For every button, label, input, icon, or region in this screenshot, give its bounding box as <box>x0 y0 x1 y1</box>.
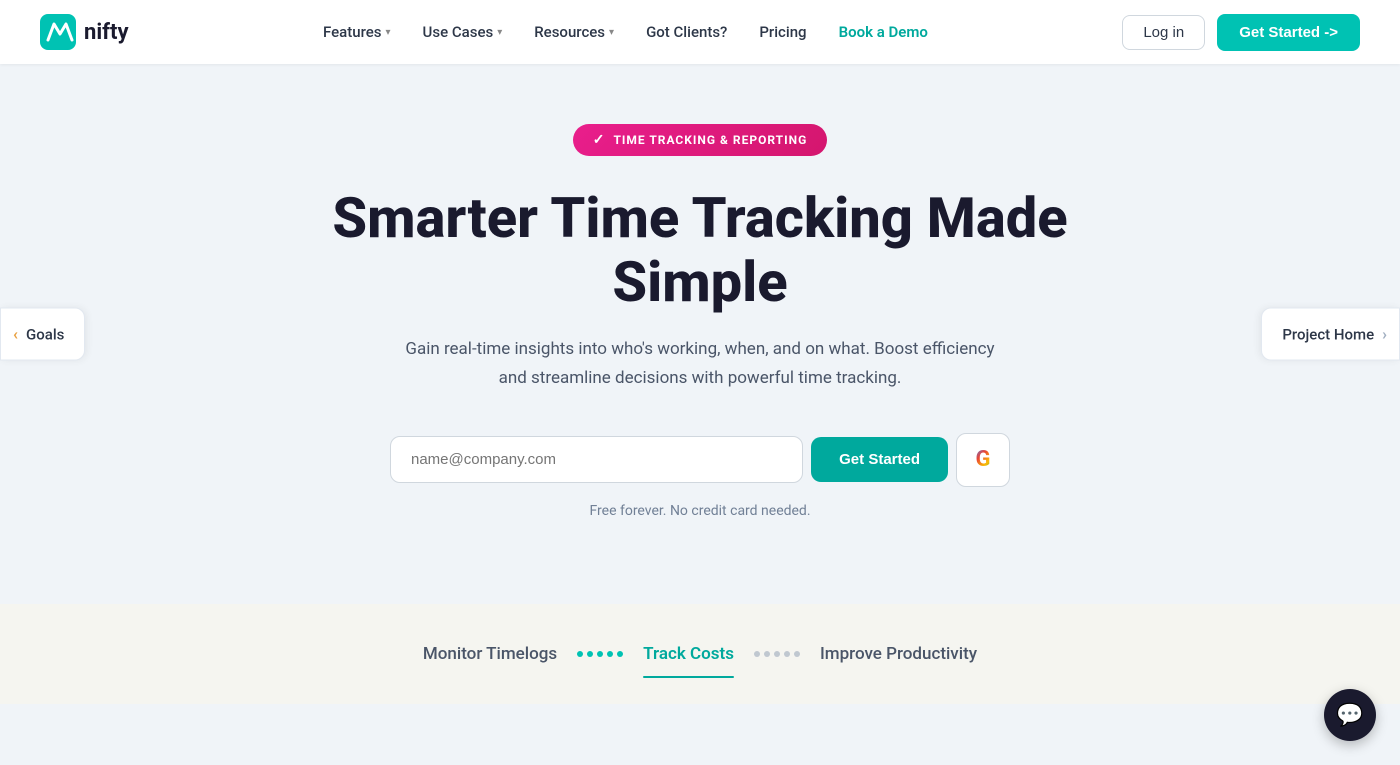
google-signin-button[interactable]: G <box>956 433 1010 487</box>
tab-monitor-label: Monitor Timelogs <box>423 644 557 664</box>
dot-4 <box>607 651 613 657</box>
email-input[interactable] <box>390 436 803 483</box>
hero-note: Free forever. No credit card needed. <box>589 503 810 519</box>
nav-features[interactable]: Features ▾ <box>311 15 403 49</box>
side-nav-right: Project Home › <box>1261 308 1400 361</box>
right-chevron-icon: › <box>1382 325 1387 344</box>
logo-text: nifty <box>84 20 129 45</box>
tab-track-costs[interactable]: Track Costs <box>623 634 754 674</box>
dot-7 <box>764 651 770 657</box>
left-chevron-icon: ‹ <box>13 325 18 344</box>
login-button[interactable]: Log in <box>1122 15 1205 50</box>
get-started-hero-button[interactable]: Get Started <box>811 437 948 482</box>
get-started-nav-button[interactable]: Get Started -> <box>1217 14 1360 51</box>
nav-use-cases[interactable]: Use Cases ▾ <box>411 15 515 49</box>
tab-dots-right <box>754 651 800 657</box>
tab-improve-label: Improve Productivity <box>820 644 977 664</box>
tab-monitor-timelogs[interactable]: Monitor Timelogs <box>403 634 577 674</box>
logo[interactable]: nifty <box>40 14 129 50</box>
tab-improve-productivity[interactable]: Improve Productivity <box>800 634 997 674</box>
side-nav-left: ‹ Goals <box>0 308 85 361</box>
hero-subtitle: Gain real-time insights into who's worki… <box>390 335 1010 393</box>
dot-1 <box>577 651 583 657</box>
tab-track-costs-label: Track Costs <box>643 644 734 664</box>
nifty-logo-icon <box>40 14 76 50</box>
chevron-down-icon: ▾ <box>609 27 614 38</box>
chevron-down-icon: ▾ <box>386 27 391 38</box>
dot-9 <box>784 651 790 657</box>
dot-3 <box>597 651 603 657</box>
nav-actions: Log in Get Started -> <box>1122 14 1360 51</box>
chat-icon: 💬 <box>1336 703 1363 728</box>
hero-title: Smarter Time Tracking Made Simple <box>300 186 1100 315</box>
dot-2 <box>587 651 593 657</box>
nav-book-demo[interactable]: Book a Demo <box>827 15 940 49</box>
hero-section: ‹ Goals Project Home › ✓ TIME TRACKING &… <box>0 64 1400 604</box>
tab-dots-left <box>577 651 623 657</box>
chat-button[interactable]: 💬 <box>1324 689 1376 741</box>
nav-links: Features ▾ Use Cases ▾ Resources ▾ Got C… <box>311 15 940 49</box>
dot-8 <box>774 651 780 657</box>
check-icon: ✓ <box>593 132 606 148</box>
tab-active-underline <box>643 676 734 678</box>
hero-form: Get Started G <box>390 433 1010 487</box>
dot-6 <box>754 651 760 657</box>
goals-nav-button[interactable]: ‹ Goals <box>0 308 85 361</box>
nav-got-clients[interactable]: Got Clients? <box>634 15 739 49</box>
nav-pricing[interactable]: Pricing <box>747 15 818 49</box>
project-home-nav-button[interactable]: Project Home › <box>1261 308 1400 361</box>
google-icon: G <box>976 447 991 472</box>
nav-resources[interactable]: Resources ▾ <box>522 15 626 49</box>
feature-badge: ✓ TIME TRACKING & REPORTING <box>573 124 828 156</box>
navbar: nifty Features ▾ Use Cases ▾ Resources ▾… <box>0 0 1400 64</box>
tabs-section: Monitor Timelogs Track Costs Improve Pro… <box>0 604 1400 704</box>
chevron-down-icon: ▾ <box>497 27 502 38</box>
